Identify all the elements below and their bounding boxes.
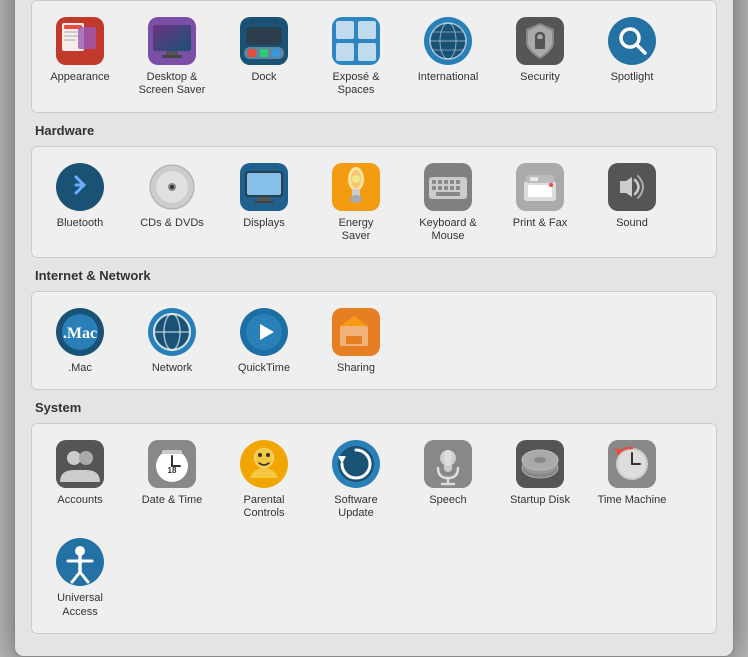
pref-item-security[interactable]: Security (496, 9, 584, 103)
pref-label-accounts: Accounts (57, 494, 102, 507)
pref-icon-energy-saver (330, 161, 382, 213)
pref-label-international: International (418, 71, 479, 84)
pref-label-keyboard-mouse: Keyboard &Mouse (419, 217, 476, 243)
pref-label-appearance: Appearance (50, 71, 109, 84)
pref-label-sharing: Sharing (337, 362, 375, 375)
pref-item-international[interactable]: International (404, 9, 492, 103)
pref-label-startup-disk: Startup Disk (510, 494, 570, 507)
section-hardware: Hardware Bluetooth CDs & DVDs Displays Energ… (31, 123, 717, 258)
pref-item-bluetooth[interactable]: Bluetooth (36, 155, 124, 249)
pref-icon-sharing (330, 306, 382, 358)
pref-icon-appearance (54, 15, 106, 67)
pref-icon-print-fax (514, 161, 566, 213)
section-personal: PersonalAppearanceDesktop &Screen SaverD… (31, 0, 717, 113)
pref-icon-software-update (330, 438, 382, 490)
pref-icon-mac: .Mac (54, 306, 106, 358)
pref-icon-universal-access (54, 536, 106, 588)
section-items-internet-network: .Mac .Mac Network QuickTime Sharing (31, 291, 717, 390)
pref-item-software-update[interactable]: SoftwareUpdate (312, 432, 400, 526)
pref-item-date-time[interactable]: 18 Date & Time (128, 432, 216, 526)
pref-label-universal-access: UniversalAccess (57, 592, 103, 618)
pref-icon-accounts (54, 438, 106, 490)
pref-icon-speech (422, 438, 474, 490)
pref-label-cds-dvds: CDs & DVDs (140, 217, 204, 230)
pref-icon-security (514, 15, 566, 67)
pref-label-desktop-screensaver: Desktop &Screen Saver (139, 71, 206, 97)
pref-label-spotlight: Spotlight (611, 71, 654, 84)
pref-label-security: Security (520, 71, 560, 84)
pref-label-time-machine: Time Machine (598, 494, 667, 507)
pref-label-bluetooth: Bluetooth (57, 217, 103, 230)
section-title-system: System (31, 400, 717, 415)
pref-label-energy-saver: EnergySaver (339, 217, 374, 243)
pref-label-sound: Sound (616, 217, 648, 230)
pref-icon-international (422, 15, 474, 67)
pref-item-quicktime[interactable]: QuickTime (220, 300, 308, 381)
svg-text:.Mac: .Mac (63, 325, 97, 342)
pref-item-universal-access[interactable]: UniversalAccess (36, 530, 124, 624)
section-title-internet-network: Internet & Network (31, 268, 717, 283)
pref-item-expose-spaces[interactable]: Exposé &Spaces (312, 9, 400, 103)
pref-label-displays: Displays (243, 217, 285, 230)
pref-item-print-fax[interactable]: Print & Fax (496, 155, 584, 249)
pref-icon-cds-dvds (146, 161, 198, 213)
pref-item-cds-dvds[interactable]: CDs & DVDs (128, 155, 216, 249)
pref-icon-startup-disk (514, 438, 566, 490)
pref-item-parental-controls[interactable]: ParentalControls (220, 432, 308, 526)
pref-icon-expose-spaces (330, 15, 382, 67)
pref-icon-dock (238, 15, 290, 67)
pref-icon-bluetooth (54, 161, 106, 213)
pref-icon-quicktime (238, 306, 290, 358)
content-area: PersonalAppearanceDesktop &Screen SaverD… (15, 0, 733, 656)
pref-icon-sound (606, 161, 658, 213)
pref-item-startup-disk[interactable]: Startup Disk (496, 432, 584, 526)
pref-item-accounts[interactable]: Accounts (36, 432, 124, 526)
pref-icon-displays (238, 161, 290, 213)
pref-item-sound[interactable]: Sound (588, 155, 676, 249)
pref-label-date-time: Date & Time (142, 494, 203, 507)
section-system: System Accounts 18 Date & Time ParentalContr… (31, 400, 717, 634)
pref-item-dock[interactable]: Dock (220, 9, 308, 103)
svg-text:18: 18 (168, 466, 177, 475)
pref-item-desktop-screensaver[interactable]: Desktop &Screen Saver (128, 9, 216, 103)
pref-icon-time-machine (606, 438, 658, 490)
pref-item-appearance[interactable]: Appearance (36, 9, 124, 103)
pref-label-quicktime: QuickTime (238, 362, 290, 375)
pref-item-energy-saver[interactable]: EnergySaver (312, 155, 400, 249)
pref-icon-parental-controls (238, 438, 290, 490)
section-internet-network: Internet & Network .Mac .Mac Network QuickTi… (31, 268, 717, 390)
section-items-personal: Appearance Desktop &Screen Saver Dock Expos… (31, 0, 717, 112)
pref-item-spotlight[interactable]: Spotlight (588, 9, 676, 103)
section-items-hardware: Bluetooth CDs & DVDs Displays EnergySaver Ke… (31, 146, 717, 258)
pref-item-keyboard-mouse[interactable]: Keyboard &Mouse (404, 155, 492, 249)
system-preferences-window: System Preferences ◀ ▶ Show All Personal… (14, 0, 734, 657)
pref-icon-date-time: 18 (146, 438, 198, 490)
section-items-system: Accounts 18 Date & Time ParentalControls Sof… (31, 423, 717, 634)
pref-label-print-fax: Print & Fax (513, 217, 567, 230)
pref-icon-spotlight (606, 15, 658, 67)
pref-label-network: Network (152, 362, 192, 375)
pref-item-displays[interactable]: Displays (220, 155, 308, 249)
pref-icon-keyboard-mouse (422, 161, 474, 213)
pref-item-mac[interactable]: .Mac .Mac (36, 300, 124, 381)
pref-item-speech[interactable]: Speech (404, 432, 492, 526)
pref-label-software-update: SoftwareUpdate (334, 494, 377, 520)
pref-item-time-machine[interactable]: Time Machine (588, 432, 676, 526)
pref-label-dock: Dock (251, 71, 276, 84)
pref-icon-desktop-screensaver (146, 15, 198, 67)
pref-label-expose-spaces: Exposé &Spaces (332, 71, 379, 97)
pref-item-sharing[interactable]: Sharing (312, 300, 400, 381)
pref-label-parental-controls: ParentalControls (244, 494, 285, 520)
pref-label-mac: .Mac (68, 362, 92, 375)
pref-icon-network (146, 306, 198, 358)
pref-label-speech: Speech (429, 494, 466, 507)
pref-item-network[interactable]: Network (128, 300, 216, 381)
section-title-hardware: Hardware (31, 123, 717, 138)
